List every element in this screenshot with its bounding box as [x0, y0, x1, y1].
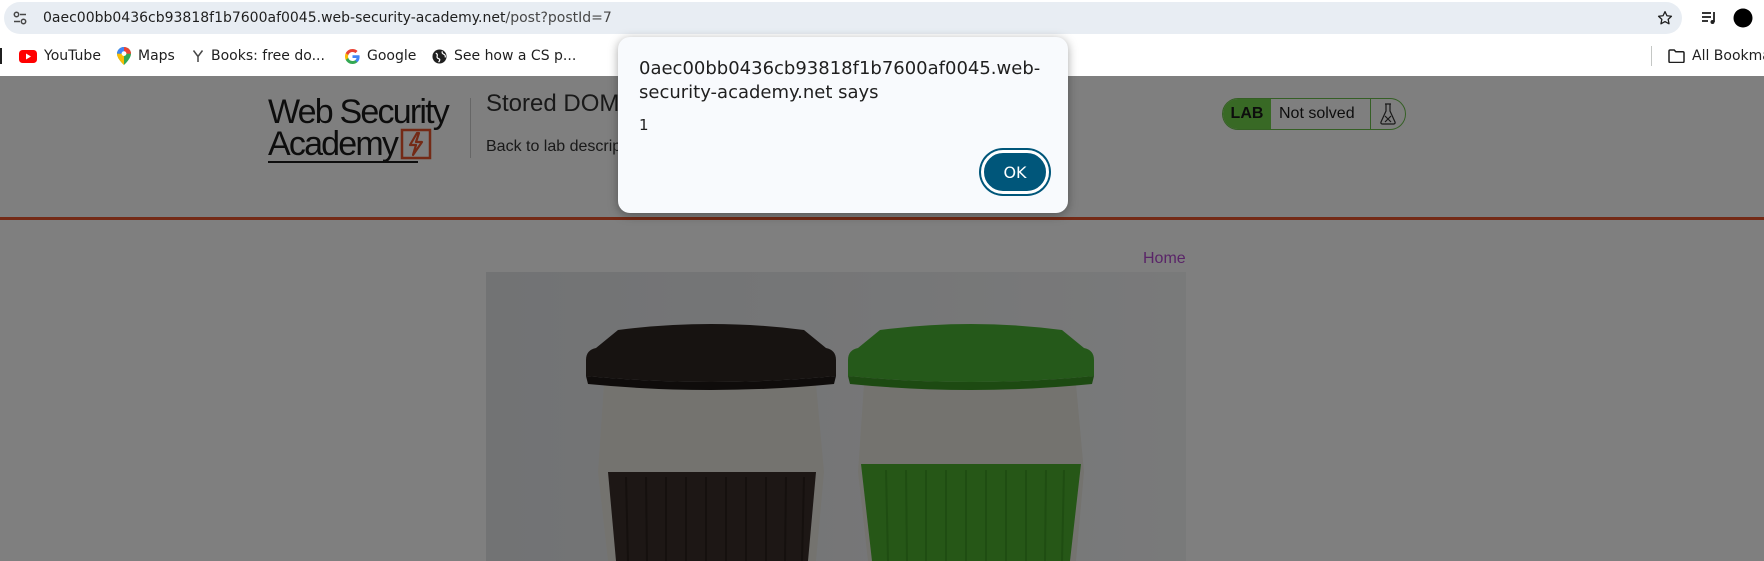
- ycombinator-icon: [192, 50, 204, 62]
- ok-button[interactable]: OK: [981, 150, 1049, 194]
- url-text[interactable]: 0aec00bb0436cb93818f1b7600af0045.web-sec…: [43, 10, 612, 26]
- browser-toolbar: 0aec00bb0436cb93818f1b7600af0045.web-sec…: [0, 0, 1764, 36]
- bookmark-label: See how a CS p...: [454, 48, 577, 64]
- bookmark-label: All Bookma: [1692, 48, 1764, 64]
- alert-dialog: 0aec00bb0436cb93818f1b7600af0045.web-sec…: [618, 37, 1068, 213]
- bookmark-label: Google: [367, 48, 417, 64]
- bookmark-maps[interactable]: Maps: [117, 46, 175, 66]
- bookmark-label: YouTube: [44, 48, 101, 64]
- url-path: /post?postId=7: [505, 10, 612, 26]
- star-icon[interactable]: [1656, 9, 1674, 27]
- dialog-title: 0aec00bb0436cb93818f1b7600af0045.web-sec…: [639, 58, 1041, 103]
- media-queue-icon[interactable]: [1699, 8, 1719, 28]
- bookmark-all-bookmarks[interactable]: All Bookma: [1668, 46, 1764, 66]
- address-bar[interactable]: 0aec00bb0436cb93818f1b7600af0045.web-sec…: [4, 2, 1682, 34]
- bookmark-books[interactable]: Books: free do...: [192, 46, 325, 66]
- dialog-message: 1: [639, 116, 649, 134]
- profile-icon[interactable]: [1733, 8, 1753, 28]
- bookmark-youtube[interactable]: YouTube: [19, 46, 101, 66]
- tune-icon[interactable]: [12, 10, 28, 26]
- bookmarks-divider: [1651, 46, 1652, 66]
- youtube-icon: [19, 49, 37, 63]
- bookmark-google[interactable]: Google: [345, 46, 416, 66]
- bookmark-cs[interactable]: See how a CS p...: [432, 46, 576, 66]
- maps-icon: [117, 47, 131, 65]
- bookmark-label: Books: free do...: [211, 48, 325, 64]
- bookmark-edge: [0, 48, 2, 64]
- bookmark-label: Maps: [138, 48, 175, 64]
- url-host: 0aec00bb0436cb93818f1b7600af0045.web-sec…: [43, 10, 506, 26]
- google-icon: [345, 48, 360, 64]
- globe-icon: [432, 48, 447, 64]
- folder-icon: [1668, 49, 1685, 63]
